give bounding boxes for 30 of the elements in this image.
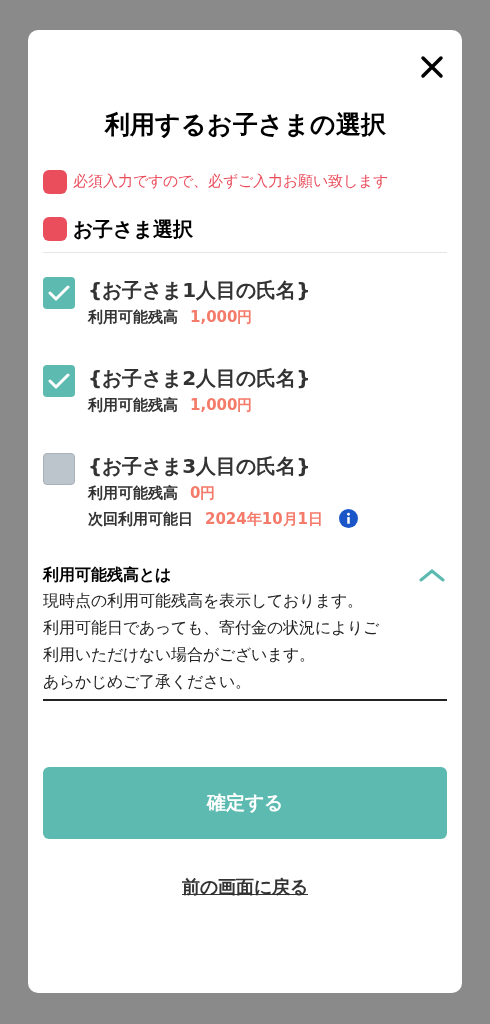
next-date-label: 次回利用可能日 — [88, 508, 193, 530]
info-icon[interactable] — [339, 509, 359, 528]
explainer-text: あらかじめご了承ください。 — [43, 670, 252, 693]
required-icon — [43, 216, 67, 241]
back-link[interactable]: 前の画面に戻る — [182, 872, 308, 900]
child-name: {お子さま3人目の氏名} — [88, 452, 312, 480]
balance-value: 0円 — [190, 482, 216, 504]
checkbox[interactable] — [43, 276, 75, 309]
close-icon — [420, 55, 444, 79]
dialog-title: 利用するお子さまの選択 — [103, 109, 387, 141]
balance-value: 1,000円 — [190, 306, 253, 328]
accordion-header[interactable]: 利用可能残高とは — [43, 562, 447, 587]
balance-label: 利用可能残高 — [88, 306, 178, 328]
required-icon — [43, 169, 67, 194]
child-name: {お子さま2人目の氏名} — [88, 364, 311, 392]
explainer-text: 利用いただけない場合がございます。 — [43, 643, 316, 666]
explainer-text: 現時点の利用可能残高を表示しております。 — [43, 589, 364, 612]
balance-label: 利用可能残高 — [88, 394, 178, 416]
checkbox[interactable] — [43, 364, 75, 397]
accordion-title: 利用可能残高とは — [43, 563, 171, 586]
balance-label: 利用可能残高 — [88, 482, 178, 504]
next-date-value: 2024年10月1日 — [205, 508, 324, 530]
check-icon — [48, 283, 70, 302]
child-name: {お子さま1人目の氏名} — [88, 276, 311, 304]
check-icon — [48, 371, 70, 390]
required-note: 必須入力ですので、必ずご入力お願い致します — [73, 171, 388, 193]
balance-value: 1,000円 — [190, 394, 253, 416]
checkbox[interactable] — [43, 452, 75, 485]
section-title: お子さま選択 — [73, 215, 193, 243]
explainer-text: 利用可能日であっても、寄付金の状況によりご — [43, 616, 380, 639]
